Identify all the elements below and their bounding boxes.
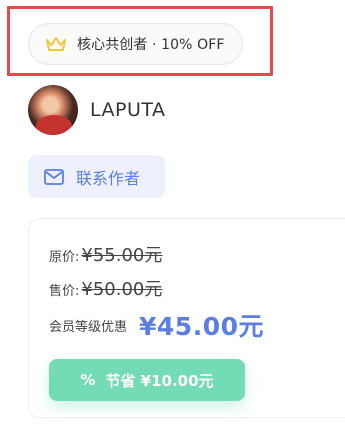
mail-icon (44, 168, 64, 185)
crown-icon (46, 37, 66, 51)
member-price-value: ¥45.00元 (139, 312, 264, 341)
badge-text: 核心共创者 · 10% OFF (77, 37, 225, 53)
contact-author-button[interactable]: 联系作者 (28, 155, 165, 198)
sale-price-value: ¥50.00元 (81, 279, 163, 300)
contact-author-label: 联系作者 (76, 168, 141, 188)
sale-price-row: 售价: ¥50.00元 (49, 275, 162, 301)
original-price-value: ¥55.00元 (81, 245, 163, 266)
savings-button[interactable]: % 节省 ¥10.00元 (49, 359, 245, 401)
savings-label: 节省 ¥10.00元 (105, 371, 214, 390)
author-info: LAPUTA (28, 85, 166, 135)
cocreator-discount-badge: 核心共创者 · 10% OFF (28, 23, 243, 65)
percent-icon: % (80, 371, 96, 389)
original-price-label: 原价: (49, 250, 80, 265)
avatar[interactable] (28, 85, 78, 135)
member-price-row: 会员等级优惠 ¥45.00元 (49, 307, 264, 343)
author-name[interactable]: LAPUTA (90, 99, 166, 121)
member-price-label: 会员等级优惠 (49, 319, 128, 335)
sale-price-label: 售价: (49, 284, 80, 299)
price-card: 原价: ¥55.00元 售价: ¥50.00元 会员等级优惠 ¥45.00元 %… (28, 218, 345, 418)
original-price-row: 原价: ¥55.00元 (49, 241, 162, 267)
